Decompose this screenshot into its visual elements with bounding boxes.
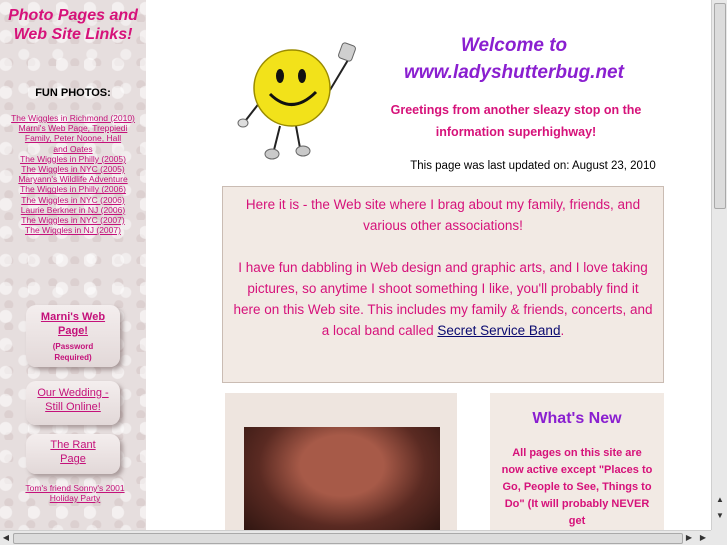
welcome-heading: Welcome to www.ladyshutterbug.net (404, 35, 624, 83)
scroll-down-arrow-icon[interactable]: ▼ (712, 510, 727, 522)
wedding-button[interactable]: Our Wedding - Still Online! (26, 381, 120, 425)
scroll-corner (711, 530, 727, 545)
link-laurie-berkner-2006[interactable]: Laurie Berkner in NJ (2006) (4, 205, 142, 215)
link-maryann-wildlife[interactable]: Maryann's Wildlife Adventure (4, 174, 142, 184)
password-required-note: (Password Required) (52, 342, 94, 362)
link-wiggles-philly-2006[interactable]: The Wiggles in Philly (2006) (4, 184, 142, 194)
link-wiggles-nyc-2006[interactable]: The Wiggles in NYC (2006) (4, 195, 142, 205)
scroll-up-arrow-icon[interactable]: ▲ (712, 494, 727, 506)
intro-panel: Here it is - the Web site where I brag a… (222, 186, 664, 383)
sidebar-title: Photo Pages and Web Site Links! (8, 7, 138, 43)
scroll-right-end-arrow-icon[interactable]: ▶ (697, 532, 709, 544)
horizontal-scrollbar[interactable]: ◀ ▶ ▶ (0, 530, 711, 545)
greeting-text: Greetings from another sleazy stop on th… (390, 103, 642, 139)
horizontal-scroll-thumb[interactable] (13, 533, 683, 544)
sidebar: Photo Pages and Web Site Links! FUN PHOT… (0, 0, 146, 530)
vertical-scrollbar[interactable]: ▲ ▼ (711, 0, 727, 530)
smiley-mascot-image (237, 42, 356, 160)
link-wiggles-richmond-2010[interactable]: The Wiggles in Richmond (2010) (4, 113, 142, 123)
intro-paragraph-2: I have fun dabbling in Web design and gr… (223, 257, 663, 341)
fun-photos-links: The Wiggles in Richmond (2010) Marni's W… (4, 113, 142, 235)
intro-paragraph-2-end: . (560, 323, 565, 338)
whats-new-title: What's New (532, 410, 622, 427)
holiday-party-link[interactable]: Tom's friend Sonny's 2001 Holiday Party (20, 483, 130, 503)
whats-new-body: All pages on this site are now active ex… (501, 447, 653, 527)
vertical-scroll-thumb[interactable] (714, 3, 726, 209)
rant-button-label: The Rant Page (50, 439, 96, 465)
scroll-left-arrow-icon[interactable]: ◀ (0, 532, 12, 544)
marni-web-page-button[interactable]: Marni's Web Page! (Password Required) (26, 305, 120, 367)
rant-page-button[interactable]: The Rant Page (26, 434, 120, 474)
portrait-photo (244, 427, 440, 530)
page-viewport: Photo Pages and Web Site Links! FUN PHOT… (0, 0, 711, 530)
link-wiggles-philly-2005[interactable]: The Wiggles in Philly (2005) (4, 154, 142, 164)
last-updated-text: This page was last updated on: August 23… (410, 160, 656, 172)
wedding-button-label: Our Wedding - Still Online! (37, 387, 109, 413)
marni-button-label: Marni's Web Page! (40, 311, 106, 337)
whats-new-panel: What's New All pages on this site are no… (490, 393, 664, 530)
link-wiggles-nyc-2007[interactable]: The Wiggles in NYC (2007) (4, 215, 142, 225)
intro-paragraph-1: Here it is - the Web site where I brag a… (245, 197, 641, 233)
secret-service-band-link[interactable]: Secret Service Band (437, 323, 560, 338)
link-wiggles-nyc-2005[interactable]: The Wiggles in NYC (2005) (4, 164, 142, 174)
fun-photos-heading: FUN PHOTOS: (35, 87, 111, 99)
photo-frame (225, 393, 457, 530)
scroll-right-arrow-icon[interactable]: ▶ (683, 532, 695, 544)
link-wiggles-nj-2007[interactable]: The Wiggles in NJ (2007) (4, 225, 142, 235)
link-marni-treppiedi-noone-hall-oates[interactable]: Marni's Web Page, Treppiedi Family, Pete… (18, 123, 128, 154)
